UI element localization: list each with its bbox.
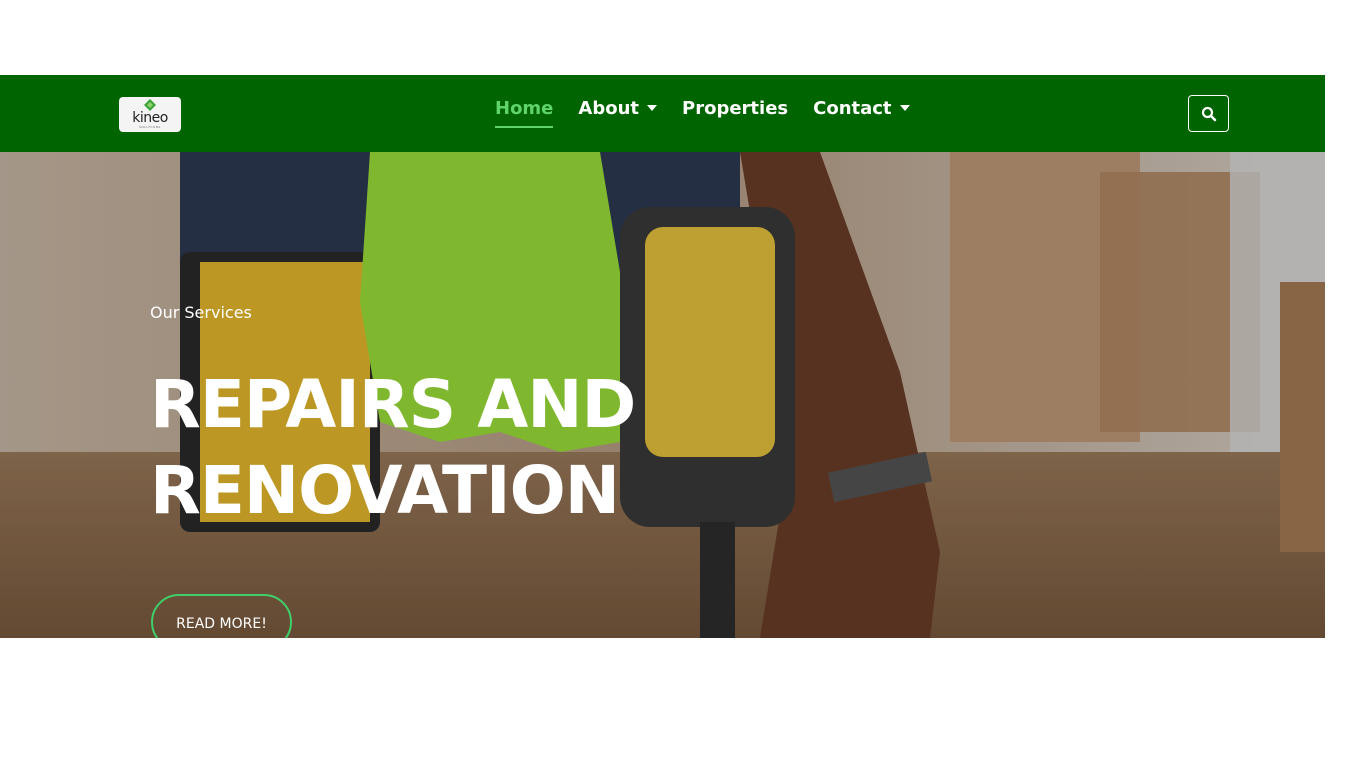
nav-contact-label: Contact [813,98,892,119]
caret-down-icon [647,105,658,111]
hero-title-line1: REPAIRS AND [150,366,636,443]
nav-about[interactable]: About [578,95,658,125]
hero-banner: Our Services REPAIRS AND RENOVATION READ… [0,152,1325,638]
nav-properties-label: Properties [682,98,789,119]
read-more-button[interactable]: READ MORE! [151,594,292,638]
nav-home[interactable]: Home [495,95,554,128]
brand-logo[interactable]: kineo SOLUTIONS [119,97,181,132]
navbar: kineo SOLUTIONS Home About Properties Co… [0,75,1325,152]
search-icon [1201,106,1216,121]
caret-down-icon [899,105,910,111]
nav-contact[interactable]: Contact [813,95,910,125]
hero-title-line2: RENOVATION [150,452,620,529]
hero-subtitle: Our Services [150,303,252,322]
nav-about-label: About [578,98,640,119]
page: kineo SOLUTIONS Home About Properties Co… [0,0,1366,768]
hero-title: REPAIRS AND RENOVATION [150,362,770,534]
nav-home-label: Home [495,98,554,119]
nav-properties[interactable]: Properties [682,95,788,125]
nav-links: Home About Properties Contact [495,95,910,128]
search-button[interactable] [1188,95,1229,132]
brand-name: kineo [132,110,168,126]
active-underline [495,126,554,128]
brand-tagline: SOLUTIONS [139,125,161,129]
